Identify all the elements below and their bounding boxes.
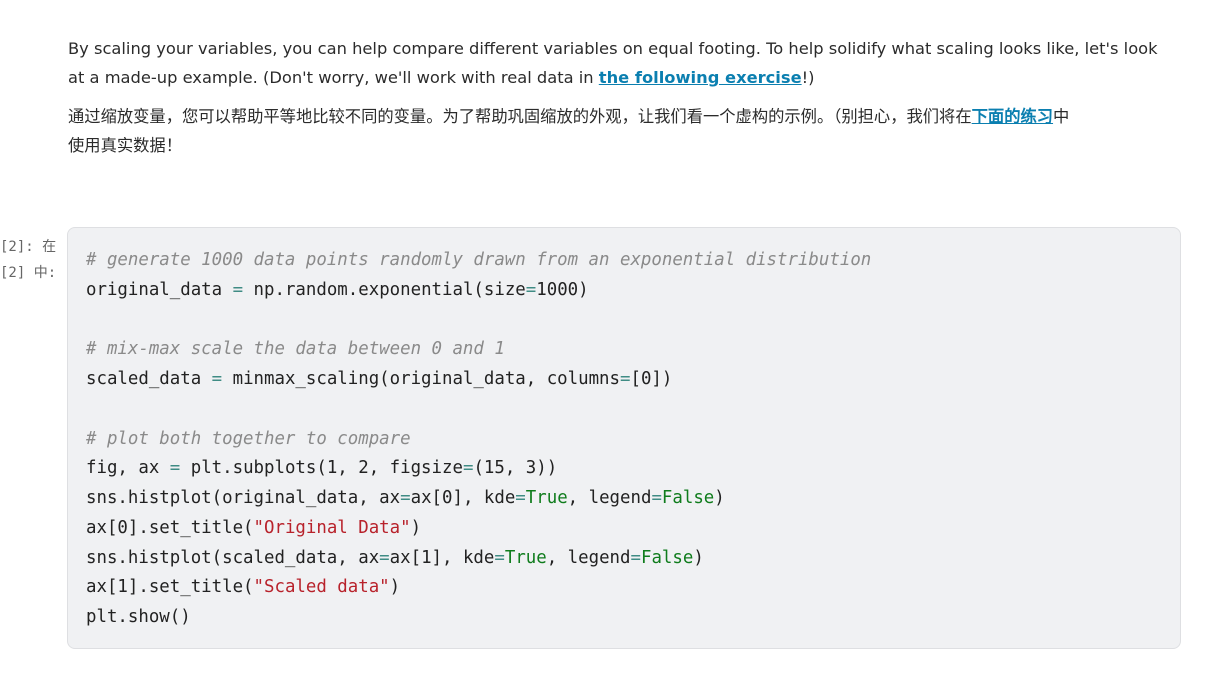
following-exercise-link[interactable]: the following exercise <box>599 68 802 87</box>
execution-prompt: [2]: 在 [2] 中: <box>0 234 62 286</box>
code-line: original_data = np.random.exponential(si… <box>86 276 871 306</box>
code-text: ax[0].set_title( <box>86 517 254 538</box>
paragraph-text: at a made-up example. (Don't worry, we'l… <box>68 68 599 87</box>
code-line: sns.histplot(original_data, ax=ax[0], kd… <box>86 484 871 514</box>
code-text: ax[1], kde <box>389 547 495 568</box>
code-operator: = <box>494 547 505 568</box>
paragraph-text: 使用真实数据！ <box>68 136 182 155</box>
code-line: ax[0].set_title("Original Data") <box>86 514 871 544</box>
code-keyword: True <box>525 488 568 508</box>
code-operator: = <box>630 547 641 568</box>
code-text: sns.histplot(original_data, ax <box>86 488 401 508</box>
code-operator: = <box>525 279 537 300</box>
code-keyword: False <box>661 488 715 508</box>
code-text: 1000) <box>536 279 589 300</box>
code-string: "Original Data" <box>253 517 411 538</box>
code-cell[interactable]: # generate 1000 data points randomly dra… <box>67 227 1181 649</box>
code-text: ) <box>693 547 704 568</box>
prompt-line: [2] 中: <box>0 265 57 281</box>
code-string: "Scaled data" <box>253 577 390 598</box>
code-comment: # plot both together to compare <box>86 428 411 449</box>
code-text: fig, ax <box>86 458 170 479</box>
code-operator: = <box>515 488 526 508</box>
code-line: fig, ax = plt.subplots(1, 2, figsize=(15… <box>86 454 871 484</box>
code-line: # plot both together to compare <box>86 425 871 455</box>
code-operator: = <box>232 279 244 300</box>
code-line: # mix-max scale the data between 0 and 1 <box>86 335 871 365</box>
code-line: sns.histplot(scaled_data, ax=ax[1], kde=… <box>86 544 871 574</box>
code-text: (15, 3)) <box>473 458 558 479</box>
code-text: ) <box>410 517 422 538</box>
english-paragraph: By scaling your variables, you can help … <box>68 34 1178 92</box>
code-keyword: False <box>640 547 694 568</box>
code-comment: # mix-max scale the data between 0 and 1 <box>86 339 505 360</box>
code-operator: = <box>620 369 631 389</box>
code-text: ax[1].set_title( <box>86 577 254 598</box>
code-text: original_data <box>86 279 233 300</box>
code-text: , legend <box>567 488 652 508</box>
code-text: ) <box>389 577 401 598</box>
code-text: np.random.exponential(size <box>243 279 526 300</box>
code-text: sns.histplot(scaled_data, ax <box>86 547 380 568</box>
paragraph-text: By scaling your variables, you can help … <box>68 39 1158 58</box>
code-keyword: True <box>504 547 547 568</box>
code-line: plt.show() <box>86 603 871 633</box>
code-operator: = <box>379 547 390 568</box>
prompt-line: [2]: 在 <box>0 239 57 255</box>
paragraph-text: 中 <box>1053 107 1070 126</box>
code-text: [0]) <box>630 369 673 389</box>
code-text: plt.show() <box>86 607 191 627</box>
chinese-paragraph: 通过缩放变量，您可以帮助平等地比较不同的变量。为了帮助巩固缩放的外观，让我们看一… <box>68 102 1178 160</box>
code-editor[interactable]: # generate 1000 data points randomly dra… <box>86 246 871 633</box>
code-operator: = <box>169 458 181 479</box>
code-line: # generate 1000 data points randomly dra… <box>86 246 871 276</box>
code-text: minmax_scaling(original_data, columns <box>222 369 620 389</box>
markdown-cell: By scaling your variables, you can help … <box>68 34 1178 170</box>
code-operator: = <box>400 488 411 508</box>
following-exercise-link-zh[interactable]: 下面的练习 <box>972 107 1053 126</box>
paragraph-text: !) <box>801 68 815 87</box>
code-comment: # generate 1000 data points randomly dra… <box>86 250 872 270</box>
code-text: ) <box>714 488 725 508</box>
code-operator: = <box>651 488 662 508</box>
paragraph-text: 通过缩放变量，您可以帮助平等地比较不同的变量。为了帮助巩固缩放的外观，让我们看一… <box>68 107 972 126</box>
code-text: scaled_data <box>86 369 212 389</box>
code-text: plt.subplots(1, 2, figsize <box>180 458 463 479</box>
code-line: ax[1].set_title("Scaled data") <box>86 573 871 603</box>
code-operator: = <box>462 458 474 479</box>
code-operator: = <box>211 369 223 389</box>
code-text: , legend <box>546 547 631 568</box>
code-line: scaled_data = minmax_scaling(original_da… <box>86 365 871 395</box>
code-text: ax[0], kde <box>410 488 516 508</box>
